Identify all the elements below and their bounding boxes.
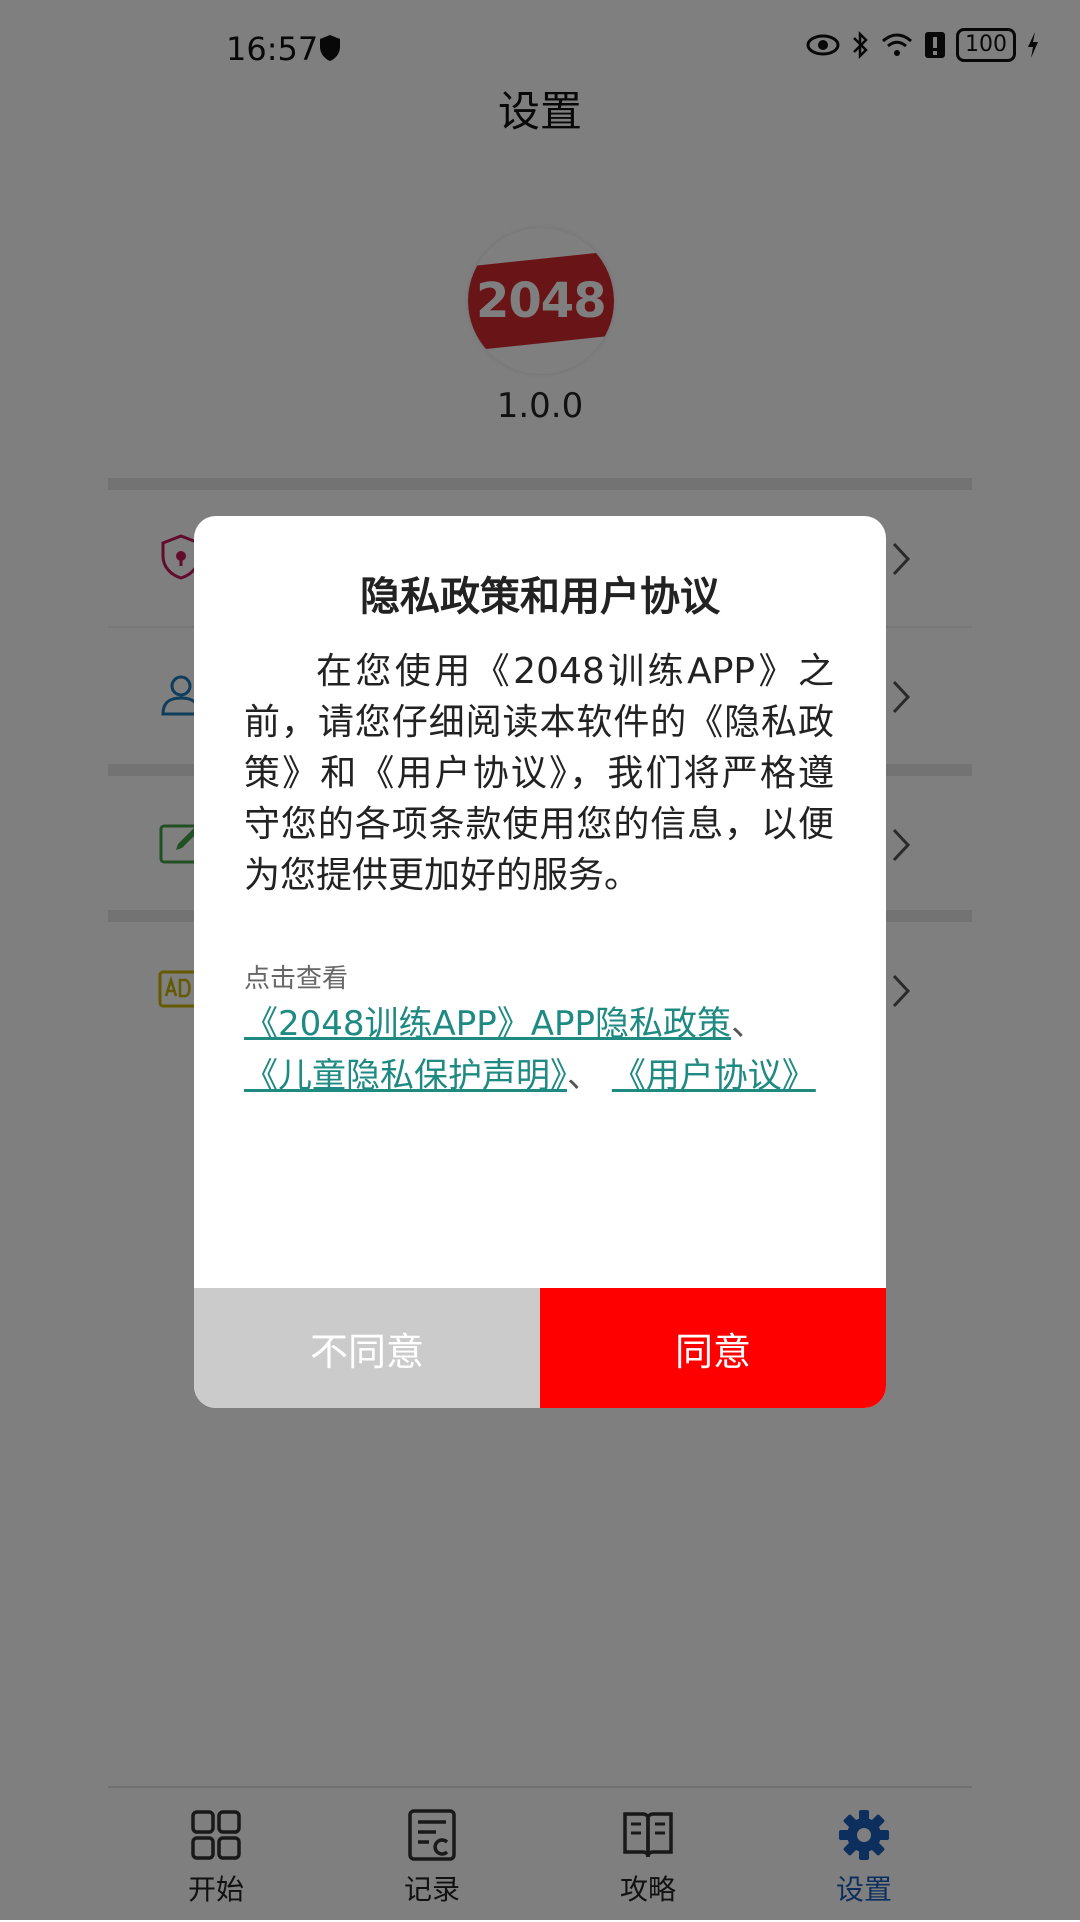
link-separator: 、 xyxy=(731,1004,766,1044)
policy-links: 《2048训练APP》APP隐私政策、 《儿童隐私保护声明》、 《用户协议》 xyxy=(244,998,838,1102)
link-separator: 、 xyxy=(567,1056,601,1096)
dialog-title: 隐私政策和用户协议 xyxy=(360,574,720,620)
agree-button[interactable]: 同意 xyxy=(540,1288,886,1408)
view-label: 点击查看 xyxy=(244,964,349,994)
child-privacy-link[interactable]: 《儿童隐私保护声明》 xyxy=(244,1056,567,1096)
privacy-dialog: 隐私政策和用户协议 在您使用《2048训练APP》之前，请您仔细阅读本软件的《隐… xyxy=(194,516,886,1408)
user-agreement-link[interactable]: 《用户协议》 xyxy=(612,1056,816,1096)
dialog-body: 在您使用《2048训练APP》之前，请您仔细阅读本软件的《隐私政策》和《用户协议… xyxy=(244,651,834,896)
disagree-button[interactable]: 不同意 xyxy=(194,1288,540,1408)
privacy-policy-link[interactable]: 《2048训练APP》APP隐私政策 xyxy=(244,1004,731,1044)
